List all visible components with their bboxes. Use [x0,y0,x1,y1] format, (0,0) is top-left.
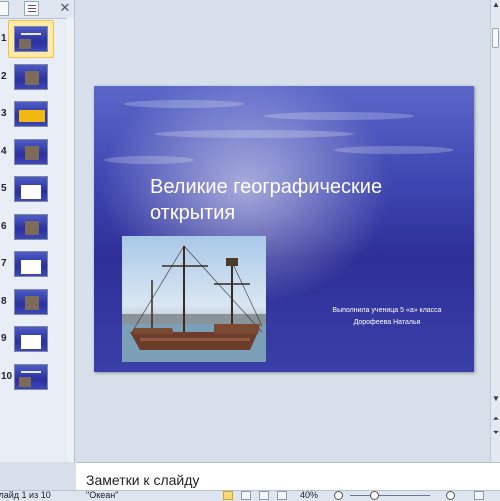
pane-tabs: ✕ [0,0,74,19]
zoom-in-button[interactable] [446,491,455,500]
slide-scrollbar[interactable]: ▲ ▼ ⏶ ⏷ [490,0,500,462]
reading-view-button[interactable] [259,491,269,500]
slide-sorter-button[interactable] [241,491,251,500]
theme-name: "Океан" [86,490,119,500]
slide-preview[interactable] [14,63,48,90]
notes-pane[interactable]: Заметки к слайду [76,462,500,491]
slides-tab[interactable] [0,1,9,16]
outline-tab[interactable] [24,1,39,16]
normal-view-button[interactable] [223,491,233,500]
slide-preview[interactable] [14,176,48,202]
slide-thumbnail[interactable]: 8 [0,288,74,319]
slide-thumbnail[interactable]: 5 [0,176,74,206]
subtitle-name-line: Дорофеева Наталья [353,319,421,326]
slide-number: 7 [1,258,7,269]
slide-number: 9 [1,333,7,344]
slide-number: 4 [1,145,7,157]
slide-preview[interactable] [14,213,48,240]
slide-thumbnail[interactable]: 4 [0,138,74,169]
scroll-up-icon[interactable]: ▲ [491,0,500,9]
slide-number: 2 [1,70,7,82]
fit-slide-button[interactable] [474,491,484,500]
slide-preview[interactable] [14,326,48,352]
slide-preview[interactable] [14,101,48,127]
slide-thumbnail[interactable]: 9 [0,326,74,356]
slide-preview[interactable] [14,251,48,277]
ship-photo[interactable] [122,236,266,362]
slide-subtitle[interactable]: Выполнила ученица 5 «а» класса Дорофеева… [302,305,472,329]
previous-slide-icon[interactable]: ⏶ [491,414,500,424]
slide-preview[interactable] [14,288,48,315]
slideshow-button[interactable] [277,491,287,500]
close-icon[interactable]: ✕ [58,1,72,15]
slide-number: 3 [1,108,7,119]
status-bar: Слайд 1 из 10 "Океан" 40% [0,490,500,501]
zoom-slider[interactable] [350,495,430,496]
slide-preview[interactable] [14,26,48,52]
slide-number: 5 [1,183,7,194]
slide-title[interactable]: Великие географические открытия [150,174,450,226]
slide-thumbnail[interactable]: 7 [0,251,74,281]
slide-number: 8 [1,295,7,307]
slides-pane: ✕ 1 2 3 4 5 6 7 8 9 10 [0,0,75,462]
notes-placeholder[interactable]: Заметки к слайду [86,472,199,488]
slide-canvas[interactable]: Великие географические открытия Выполнил… [94,86,474,372]
scrollbar-thumb[interactable] [492,28,499,48]
next-slide-icon[interactable]: ⏷ [491,428,500,438]
slide-thumbnail[interactable]: 2 [0,63,74,94]
slide-thumbnail[interactable]: 10 [0,363,74,394]
zoom-level[interactable]: 40% [300,491,318,500]
slide-thumbnail[interactable]: 3 [0,101,74,131]
slide-thumbnail[interactable]: 1 [0,20,74,58]
scroll-down-icon[interactable]: ▼ [491,394,500,403]
zoom-out-button[interactable] [334,491,343,500]
zoom-slider-handle[interactable] [370,491,379,500]
slide-number: 6 [1,220,7,232]
slide-thumbnail[interactable]: 6 [0,213,74,244]
slide-number: 10 [1,370,13,382]
slide-counter: Слайд 1 из 10 [0,490,51,500]
slide-preview[interactable] [14,363,48,390]
subtitle-author-line: Выполнила ученица 5 «а» класса [332,307,442,314]
slide-preview[interactable] [14,138,48,165]
slide-number: 1 [1,33,7,44]
thumbnails-scrollbar[interactable] [67,18,74,462]
